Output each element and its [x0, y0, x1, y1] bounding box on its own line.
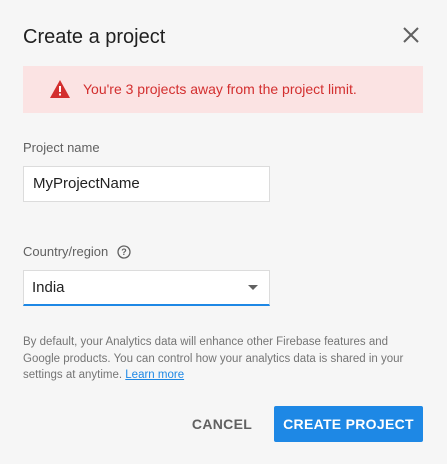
warning-icon — [50, 80, 70, 98]
warning-text: You're 3 projects away from the project … — [83, 81, 357, 97]
country-region-select[interactable]: India — [23, 270, 270, 306]
project-name-label: Project name — [23, 140, 100, 155]
chevron-down-icon — [248, 285, 258, 290]
create-project-dialog: Create a project You're 3 projects away … — [0, 0, 447, 464]
close-button[interactable] — [397, 21, 425, 49]
help-circle-icon[interactable]: ? — [117, 245, 131, 259]
country-region-label: Country/region — [23, 244, 109, 259]
close-icon — [403, 27, 419, 43]
analytics-info-body: By default, your Analytics data will enh… — [23, 336, 404, 381]
project-name-input[interactable]: MyProjectName — [23, 166, 270, 202]
create-project-button[interactable]: CREATE PROJECT — [274, 406, 423, 442]
dialog-title: Create a project — [23, 26, 166, 48]
project-limit-warning: You're 3 projects away from the project … — [23, 66, 423, 113]
svg-text:?: ? — [121, 247, 127, 257]
learn-more-link[interactable]: Learn more — [125, 369, 184, 381]
analytics-info-text: By default, your Analytics data will enh… — [23, 334, 415, 384]
cancel-button[interactable]: CANCEL — [183, 406, 261, 442]
country-selected-value: India — [32, 279, 65, 296]
